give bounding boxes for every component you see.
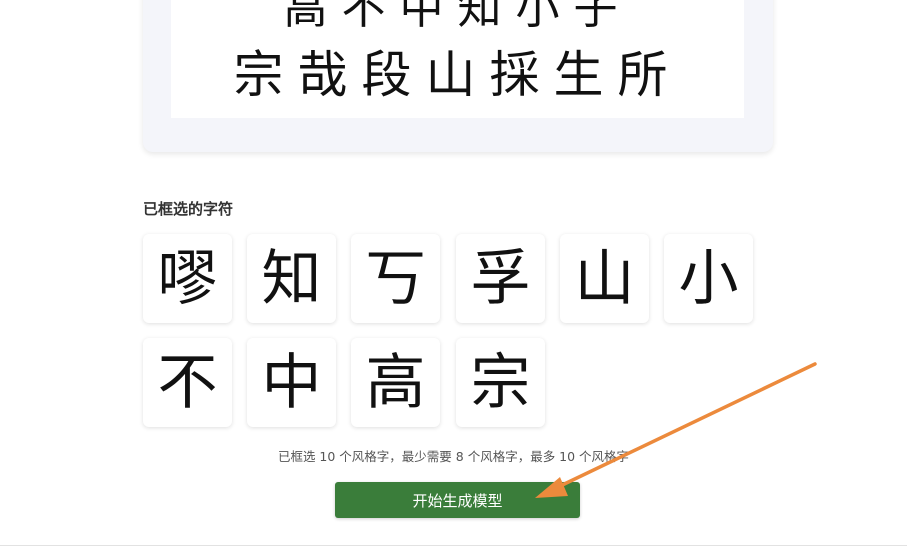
char-tile[interactable]: 嘐 (143, 234, 232, 323)
footer-divider (0, 545, 907, 546)
char-tile[interactable]: 高 (351, 338, 440, 427)
char-tile[interactable]: 中 (247, 338, 336, 427)
preview-row-bottom: 宗哉段山採生所 (233, 46, 682, 104)
char-tile[interactable]: 山 (560, 234, 649, 323)
char-tile[interactable]: 小 (664, 234, 753, 323)
char-tile[interactable]: 孚 (456, 234, 545, 323)
selected-chars-title: 已框选的字符 (143, 200, 234, 218)
preview-card: 高不中知小子 宗哉段山採生所 (143, 0, 773, 152)
preview-row-top: 高不中知小子 (283, 0, 632, 34)
char-tile[interactable]: 不 (143, 338, 232, 427)
char-tile[interactable]: 丂 (351, 234, 440, 323)
selection-hint: 已框选 10 个风格字，最少需要 8 个风格字，最多 10 个风格字 (277, 449, 630, 464)
calligraphy-preview-image[interactable]: 高不中知小子 宗哉段山採生所 (171, 0, 744, 118)
char-tile[interactable]: 宗 (456, 338, 545, 427)
start-generate-model-button[interactable]: 开始生成模型 (335, 482, 580, 518)
char-tile[interactable]: 知 (247, 234, 336, 323)
